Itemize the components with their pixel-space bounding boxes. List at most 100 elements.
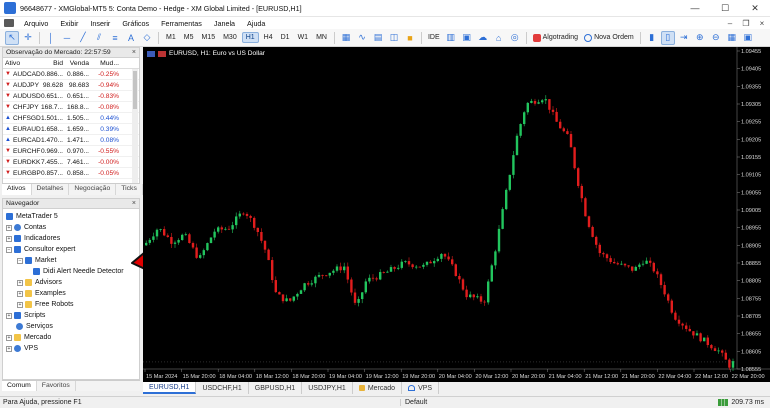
expand-icon[interactable]: +	[17, 279, 23, 286]
tab-vps[interactable]: VPS	[402, 382, 440, 394]
collapse-icon[interactable]: −	[6, 246, 12, 253]
column-ask[interactable]: Venda	[65, 60, 91, 67]
terminal-icon[interactable]: ▣	[460, 31, 474, 45]
cursor-icon[interactable]: ↖	[5, 30, 19, 45]
tf-m15[interactable]: M15	[198, 33, 218, 42]
expand-icon[interactable]: +	[6, 334, 12, 341]
column-symbol[interactable]: Ativo	[3, 60, 39, 67]
menu-ajuda[interactable]: Ajuda	[241, 19, 271, 28]
cloud-icon[interactable]: ☁	[476, 31, 490, 45]
nav-free-robots[interactable]: + Free Robots	[17, 299, 74, 310]
nav-contas[interactable]: + Contas	[6, 222, 46, 233]
vps-icon[interactable]: ◎	[508, 31, 522, 45]
menu-ferramentas[interactable]: Ferramentas	[155, 19, 208, 28]
menu-janela[interactable]: Janela	[208, 19, 241, 28]
chart-type-icon[interactable]: ▦	[339, 31, 353, 45]
chart-shift-icon[interactable]: ▯	[660, 30, 675, 45]
tab-usdjpy-h1[interactable]: USDJPY,H1	[302, 382, 353, 394]
nav-advisors[interactable]: + Advisors	[17, 277, 62, 288]
tf-h1[interactable]: H1	[241, 32, 259, 43]
nav-consultor-expert[interactable]: − Consultor expert	[6, 244, 75, 255]
close-button[interactable]: ✕	[740, 0, 770, 17]
chart-close-button[interactable]: ×	[754, 19, 770, 28]
market-icon[interactable]: ⌂	[492, 31, 506, 45]
status-connection[interactable]: 209.73 ms	[700, 399, 770, 406]
nav-didi-alert[interactable]: Didi Alert Needle Detector	[33, 266, 124, 277]
nav-vps[interactable]: + VPS	[6, 343, 38, 354]
column-change[interactable]: Mud...	[91, 60, 121, 67]
menu-arquivo[interactable]: Arquivo	[18, 19, 54, 28]
tab-negociacao[interactable]: Negociação	[69, 184, 117, 195]
minimize-button[interactable]: —	[680, 0, 710, 17]
nav-market[interactable]: − Market	[17, 255, 56, 266]
templates-icon[interactable]: ▤	[371, 31, 385, 45]
tab-favoritos[interactable]: Favoritos	[37, 381, 76, 391]
tab-ativos[interactable]: Ativos	[2, 184, 32, 195]
candlestick-chart[interactable]: 1.09455 1.09405 1.09355 1.09305 1.09255 1.092…	[143, 47, 770, 382]
objects-icon[interactable]: ◫	[387, 31, 401, 45]
expand-icon[interactable]: +	[6, 312, 12, 319]
nav-scripts[interactable]: + Scripts	[6, 310, 45, 321]
tf-m1[interactable]: M1	[163, 33, 179, 42]
menu-exibir[interactable]: Exibir	[54, 19, 84, 28]
expert-advisor-icon[interactable]: ■	[403, 31, 417, 45]
vertical-line-icon[interactable]: │	[44, 31, 58, 45]
nav-servicos[interactable]: Serviços	[6, 321, 53, 332]
zoom-out-icon[interactable]: ⊖	[709, 31, 723, 45]
depth-of-market-icon[interactable]: ▮	[645, 31, 659, 45]
tf-w1[interactable]: W1	[295, 33, 312, 42]
ide-button[interactable]: IDE	[428, 34, 440, 41]
tab-gbpusd-h1[interactable]: GBPUSD,H1	[249, 382, 303, 394]
expand-icon[interactable]: +	[17, 301, 23, 308]
tf-m30[interactable]: M30	[220, 33, 240, 42]
horizontal-line-icon[interactable]: ─	[60, 31, 74, 45]
tab-usdchf-h1[interactable]: USDCHF,H1	[196, 382, 249, 394]
text-tool-icon[interactable]: A	[124, 31, 138, 45]
market-watch-row[interactable]: ▲ EURAUD 1.658... 1.659... 0.39%	[3, 124, 139, 135]
status-profile[interactable]: Default	[400, 399, 700, 406]
nav-mercado[interactable]: + Mercado	[6, 332, 51, 343]
maximize-button[interactable]: ☐	[710, 0, 740, 17]
scrollbar[interactable]	[132, 69, 138, 184]
new-order-button[interactable]: Nova Ordem	[584, 33, 634, 42]
channel-icon[interactable]: ⫽	[92, 31, 106, 45]
market-watch-row[interactable]: ▼ EURDKK 7.455... 7.461... -0.00%	[3, 157, 139, 168]
market-watch-row[interactable]: ▲ CHFSGD 1.501... 1.505... 0.44%	[3, 113, 139, 124]
nav-indicadores[interactable]: + Indicadores	[6, 233, 60, 244]
tab-ticks[interactable]: Ticks	[116, 184, 143, 195]
screenshot-icon[interactable]: ▣	[741, 31, 755, 45]
crosshair-icon[interactable]: ✛	[21, 31, 35, 45]
fibonacci-icon[interactable]: ≡	[108, 31, 122, 45]
expand-icon[interactable]: +	[6, 235, 12, 242]
nav-examples[interactable]: + Examples	[17, 288, 66, 299]
shapes-icon[interactable]: ◇	[140, 31, 154, 45]
grid-icon[interactable]: ▦	[725, 31, 739, 45]
tab-eurusd-h1[interactable]: EURUSD,H1	[143, 382, 197, 394]
expand-icon[interactable]: +	[6, 345, 12, 352]
market-watch-row[interactable]: ▼ AUDCAD 0.886... 0.886... -0.25%	[3, 69, 139, 80]
tf-h4[interactable]: H4	[261, 33, 276, 42]
tab-detalhes[interactable]: Detalhes	[32, 184, 70, 195]
tab-comum[interactable]: Comum	[2, 381, 37, 391]
tf-m5[interactable]: M5	[181, 33, 197, 42]
close-icon[interactable]: ×	[132, 49, 136, 56]
collapse-icon[interactable]: −	[17, 257, 23, 264]
market-watch-row[interactable]: ▼ AUDJPY 98.628 98.683 -0.94%	[3, 80, 139, 91]
zoom-in-icon[interactable]: ⊕	[693, 31, 707, 45]
expand-icon[interactable]: +	[6, 224, 12, 231]
nav-metatrader5[interactable]: MetaTrader 5	[6, 211, 58, 222]
indicators-icon[interactable]: ∿	[355, 31, 369, 45]
autoscroll-icon[interactable]: ⇥	[677, 31, 691, 45]
close-icon[interactable]: ×	[132, 200, 136, 207]
chart-restore-button[interactable]: ❐	[738, 19, 754, 28]
menu-inserir[interactable]: Inserir	[84, 19, 116, 28]
trendline-icon[interactable]: ╱	[76, 31, 90, 45]
tf-mn[interactable]: MN	[313, 33, 330, 42]
expand-icon[interactable]: +	[17, 290, 23, 297]
strategy-tester-icon[interactable]: ▥	[444, 31, 458, 45]
menu-graficos[interactable]: Gráficos	[116, 19, 155, 28]
market-watch-row[interactable]: ▼ EURGBP 0.857... 0.858... -0.05%	[3, 168, 139, 179]
market-watch-row[interactable]: ▼ EURCHF 0.969... 0.970... -0.55%	[3, 146, 139, 157]
market-watch-row[interactable]: ▼ AUDUSD 0.651... 0.651... -0.83%	[3, 91, 139, 102]
column-bid[interactable]: Bid	[39, 60, 65, 67]
